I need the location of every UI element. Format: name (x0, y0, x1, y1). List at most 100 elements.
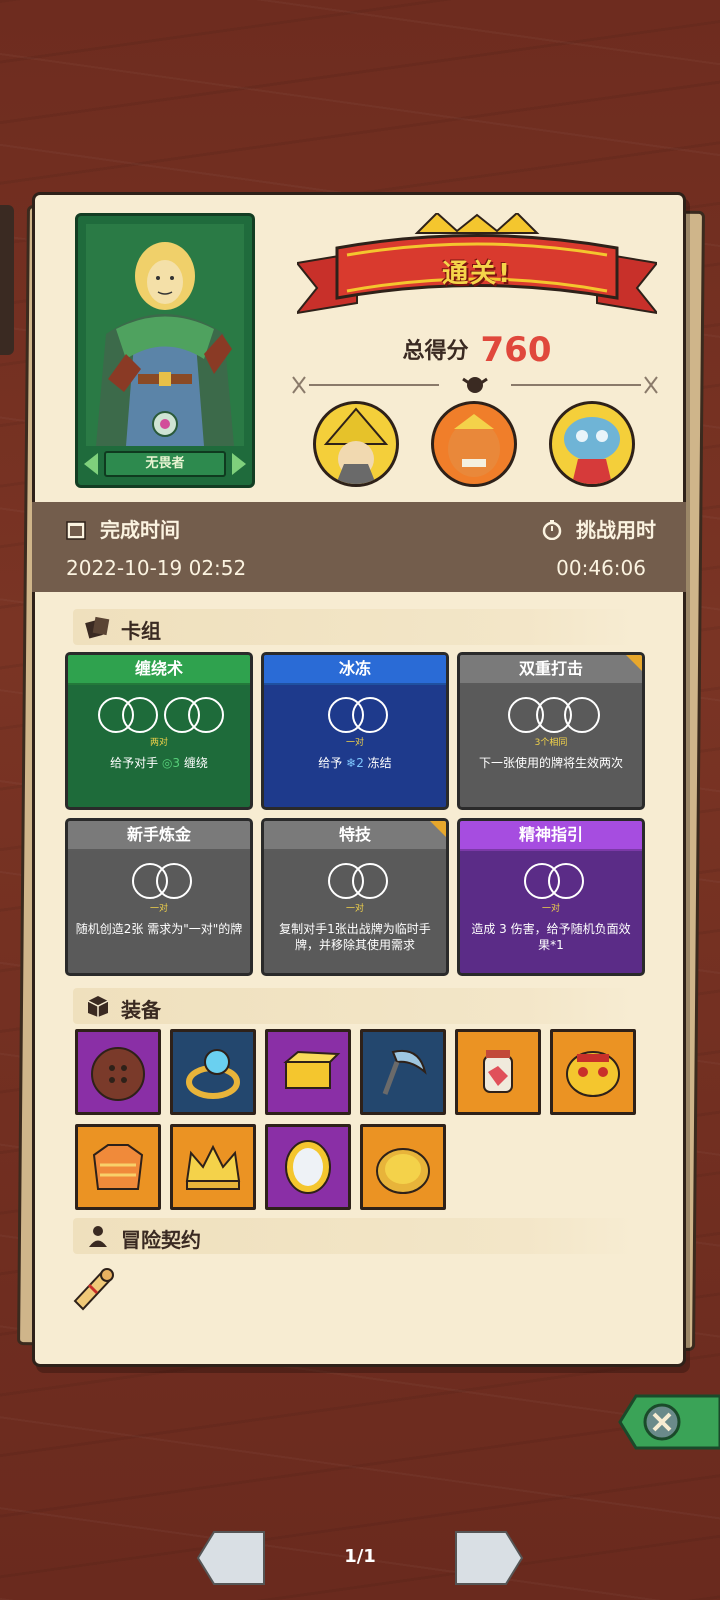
ornament-divider-icon (292, 376, 658, 394)
victory-banner: 通关! (294, 211, 660, 323)
deck-section-header: 卡组 (73, 609, 635, 645)
contract-section-header: 冒险契约 (73, 1218, 635, 1254)
hero-next-arrow[interactable] (232, 453, 246, 475)
time-info-bar: 完成时间 挑战用时 2022-10-19 02:52 00:46:06 (32, 502, 686, 592)
button-icon (91, 1047, 145, 1101)
ogre-icon (448, 414, 500, 477)
duration-header: 挑战用时 (542, 514, 656, 543)
mirror-icon (285, 1140, 331, 1194)
box-icon (87, 996, 109, 1017)
pair-rings-icon (524, 863, 584, 899)
equipment-slot-1[interactable] (75, 1029, 161, 1115)
equipment-slot-3[interactable] (265, 1029, 351, 1115)
desc-text: 给予 (318, 756, 343, 770)
equipment-slot-8[interactable] (170, 1124, 256, 1210)
desc-number: 3 (172, 756, 181, 770)
prev-page-button[interactable] (196, 1528, 266, 1588)
hero-card[interactable]: 无畏者 (75, 213, 255, 488)
person-icon (89, 1226, 107, 1247)
equipment-slot-2[interactable] (170, 1029, 256, 1115)
stopwatch-icon (542, 520, 562, 540)
close-button[interactable] (610, 1392, 720, 1452)
card-description: 造成 3 伤害，给予随机负面效果*1 (471, 922, 631, 952)
complete-time-header: 完成时间 (66, 514, 180, 543)
corner-marker (430, 821, 446, 837)
card-description: 给予 ❄2 冻结 (270, 755, 440, 771)
deck-section-title: 卡组 (121, 619, 161, 643)
card-requirement: 两对 (149, 738, 168, 748)
card-novice-alchemy[interactable]: 新手炼金 一对 随机创造2张 需求为"一对"的牌 (65, 818, 253, 976)
card-requirement: 一对 (345, 738, 364, 748)
card-double-strike[interactable]: 双重打击 3个相同 下一张使用的牌将生效两次 (457, 652, 645, 810)
card-title: 缠绕术 (68, 655, 250, 685)
pair-rings-icon (328, 697, 388, 733)
ring-icon (186, 1049, 240, 1099)
card-requirement: 3个相同 (534, 738, 568, 748)
card-requirement: 一对 (345, 904, 364, 914)
vine-icon: ◎ (161, 756, 173, 770)
scroll-icon[interactable] (67, 1261, 117, 1311)
card-title: 精神指引 (460, 821, 642, 851)
card-description: 随机创造2张 需求为"一对"的牌 (75, 922, 243, 936)
equipment-slot-5[interactable] (455, 1029, 541, 1115)
equipment-slot-9[interactable] (265, 1124, 351, 1210)
desc-number: 2 (356, 756, 364, 770)
card-title: 特技 (264, 821, 446, 851)
equipment-slot-4[interactable] (360, 1029, 446, 1115)
pair-rings-icon (132, 863, 192, 899)
cards-icon (85, 616, 110, 639)
coin-icon (376, 1148, 430, 1194)
card-title: 双重打击 (460, 655, 642, 685)
card-requirement: 一对 (149, 904, 168, 914)
equipment-slot-7[interactable] (75, 1124, 161, 1210)
hero-prev-arrow[interactable] (84, 453, 98, 475)
jar-icon (483, 1050, 513, 1093)
boss-portrait-wizard[interactable] (313, 401, 399, 487)
page-indicator: 1/1 (344, 1546, 376, 1567)
card-description: 给予对手 ◎3 缠绕 (74, 755, 244, 771)
equipment-slot-6[interactable] (550, 1029, 636, 1115)
victory-text: 通关! (442, 259, 512, 289)
card-description: 下一张使用的牌将生效两次 (478, 756, 623, 770)
boss-portrait-ogre[interactable] (431, 401, 517, 487)
hero-portrait (86, 224, 244, 446)
desc-text: 给予对手 (110, 756, 159, 770)
score-label: 总得分 (402, 339, 469, 364)
card-spirit-guide[interactable]: 精神指引 一对 造成 3 伤害，给予随机负面效果*1 (457, 818, 645, 976)
desc-text: 缠绕 (183, 756, 208, 770)
card-description: 复制对手1张出战牌为临时手牌，并移除其使用需求 (279, 922, 431, 952)
card-entangle[interactable]: 缠绕术 两对 给予对手 ◎3 缠绕 (65, 652, 253, 810)
card-title: 冰冻 (264, 655, 446, 685)
result-panel: 无畏者 通关! 总得分 760 完成时间 挑战用时 2022-10-19 02:… (32, 192, 686, 1367)
pair-rings-icon (328, 863, 388, 899)
total-score: 总得分 760 (297, 330, 657, 370)
card-requirement: 一对 (541, 904, 560, 914)
sweater-icon (92, 1144, 144, 1190)
contract-section-title: 冒险契约 (121, 1228, 201, 1252)
equipment-section-title: 装备 (121, 998, 161, 1022)
two-pair-rings-icon (98, 697, 224, 733)
mask-icon (566, 1051, 620, 1097)
boss-portrait-beast[interactable] (549, 401, 635, 487)
side-tab[interactable] (0, 205, 14, 355)
wizard-icon (323, 407, 389, 484)
calendar-icon (66, 521, 86, 540)
corner-marker (626, 655, 642, 671)
equipment-section-header: 装备 (73, 988, 635, 1024)
scythe-icon (382, 1050, 427, 1095)
crown-icon (185, 1144, 241, 1190)
duration-label: 挑战用时 (576, 518, 656, 542)
score-value: 760 (480, 330, 552, 370)
complete-time-label: 完成时间 (100, 518, 180, 542)
duration-value: 00:46:06 (556, 556, 646, 580)
desc-text: 冻结 (367, 756, 392, 770)
equipment-slot-10[interactable] (360, 1124, 446, 1210)
cheese-icon (283, 1050, 341, 1089)
snowflake-icon: ❄ (346, 756, 357, 770)
beast-icon (564, 417, 620, 484)
card-stunt[interactable]: 特技 一对 复制对手1张出战牌为临时手牌，并移除其使用需求 (261, 818, 449, 976)
hero-name: 无畏者 (104, 451, 226, 477)
card-freeze[interactable]: 冰冻 一对 给予 ❄2 冻结 (261, 652, 449, 810)
next-page-button[interactable] (454, 1528, 524, 1588)
triple-rings-icon (508, 697, 600, 733)
